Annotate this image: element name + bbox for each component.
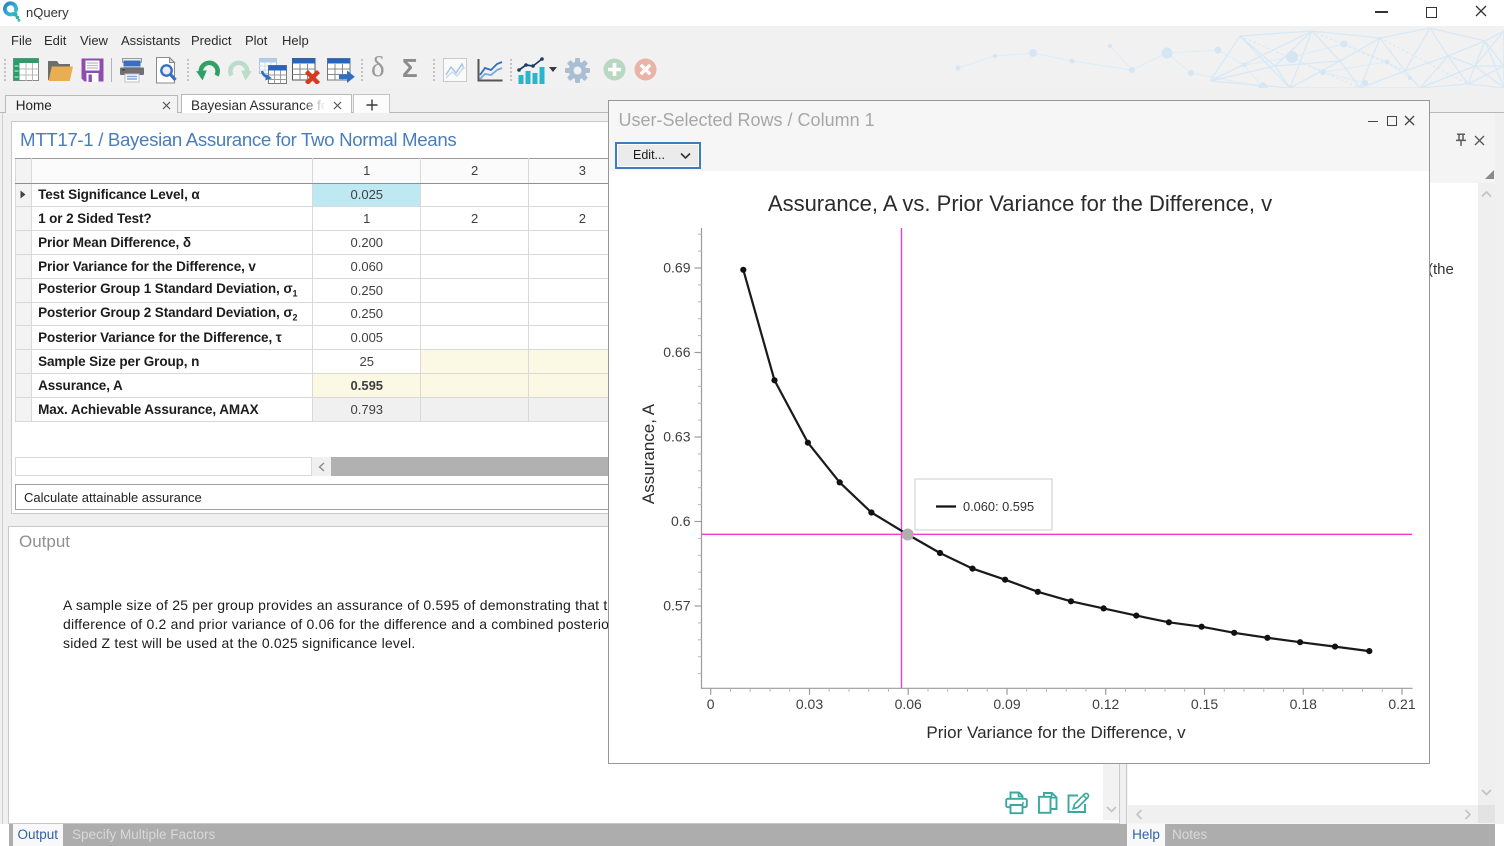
svg-text:0.57: 0.57 (663, 598, 690, 614)
svg-text:0.03: 0.03 (796, 696, 823, 712)
svg-text:0.6: 0.6 (671, 513, 691, 529)
svg-text:0.18: 0.18 (1290, 696, 1317, 712)
svg-text:0.21: 0.21 (1388, 696, 1415, 712)
svg-text:0.69: 0.69 (663, 260, 690, 276)
svg-text:0.06: 0.06 (895, 696, 922, 712)
svg-text:0: 0 (707, 696, 715, 712)
svg-text:0.09: 0.09 (993, 696, 1020, 712)
svg-text:Assurance, A vs. Prior Varianc: Assurance, A vs. Prior Variance for the … (768, 191, 1272, 216)
svg-text:0.15: 0.15 (1191, 696, 1218, 712)
svg-text:Assurance, A: Assurance, A (639, 403, 658, 504)
svg-text:0.66: 0.66 (663, 344, 690, 360)
svg-text:0.63: 0.63 (663, 429, 690, 445)
svg-text:Prior Variance for the Differe: Prior Variance for the Difference, v (926, 723, 1186, 742)
svg-text:0.12: 0.12 (1092, 696, 1119, 712)
svg-text:0.060: 0.595: 0.060: 0.595 (963, 499, 1034, 514)
